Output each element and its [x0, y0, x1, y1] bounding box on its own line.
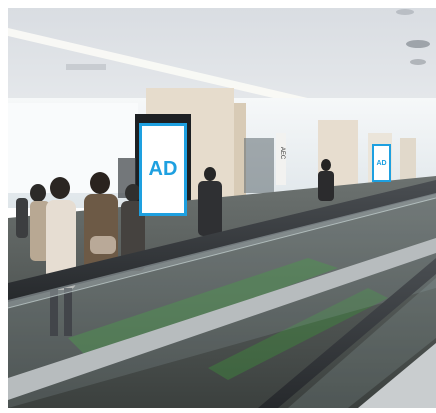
ceiling-panel — [66, 64, 106, 70]
photo-scene: AEC AD AD — [8, 8, 436, 408]
ad-sign: AD — [139, 123, 187, 216]
ceiling-vent — [396, 9, 414, 15]
ad-text: AD — [148, 158, 178, 180]
pillar-sign-text: AEC — [279, 147, 285, 160]
ad-sign: AD — [372, 144, 391, 182]
ceiling-vent — [406, 40, 430, 48]
pillar — [400, 138, 416, 183]
shop-interior — [244, 138, 274, 193]
scene-illustration: AEC — [8, 8, 436, 408]
ad-text: AD — [376, 159, 387, 167]
ceiling-vent — [410, 59, 426, 65]
